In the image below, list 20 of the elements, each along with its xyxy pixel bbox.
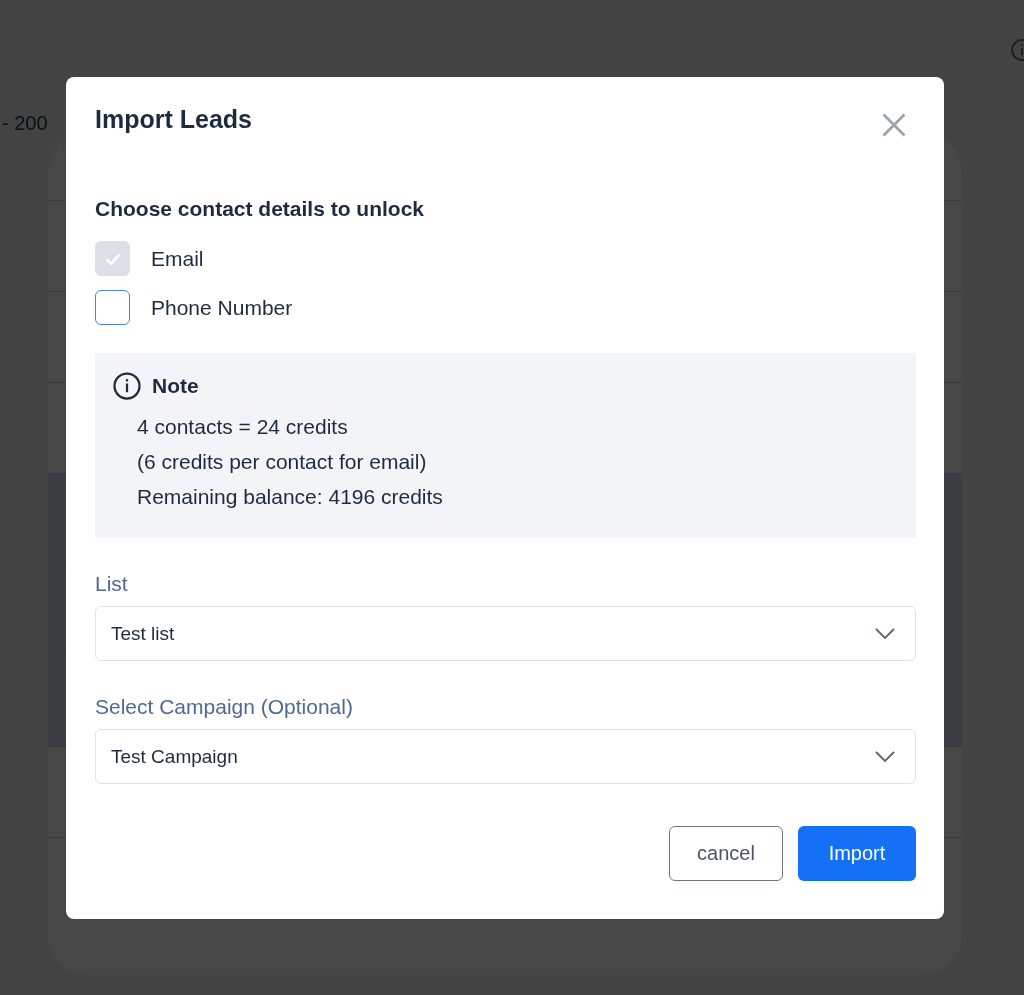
checkbox-label: Phone Number xyxy=(151,295,293,320)
import-button[interactable]: Import xyxy=(798,826,916,881)
result-range: - 200 xyxy=(2,112,48,134)
chevron-down-icon xyxy=(875,750,895,763)
field-label: List xyxy=(95,572,129,596)
note-text: 4 contacts = 24 credits xyxy=(137,414,349,440)
close-button[interactable] xyxy=(880,111,908,139)
note-text: (6 credits per contact for email) xyxy=(137,449,428,475)
dialog-title: Import Leads xyxy=(95,105,252,134)
chevron-down-icon xyxy=(875,627,895,640)
section-heading: Choose contact details to unlock xyxy=(95,197,426,221)
checkbox-label: Email xyxy=(151,246,204,271)
field-label: Select Campaign (Optional) xyxy=(95,695,354,719)
checkbox[interactable] xyxy=(95,290,130,325)
note-title: Note xyxy=(152,374,199,398)
dropdown[interactable]: Test Campaign xyxy=(95,729,916,784)
cancel-button[interactable]: cancel xyxy=(669,826,783,881)
info-icon xyxy=(112,371,142,401)
dropdown[interactable]: Test list xyxy=(95,606,916,661)
note-text: Remaining balance: 4196 credits xyxy=(137,484,444,510)
